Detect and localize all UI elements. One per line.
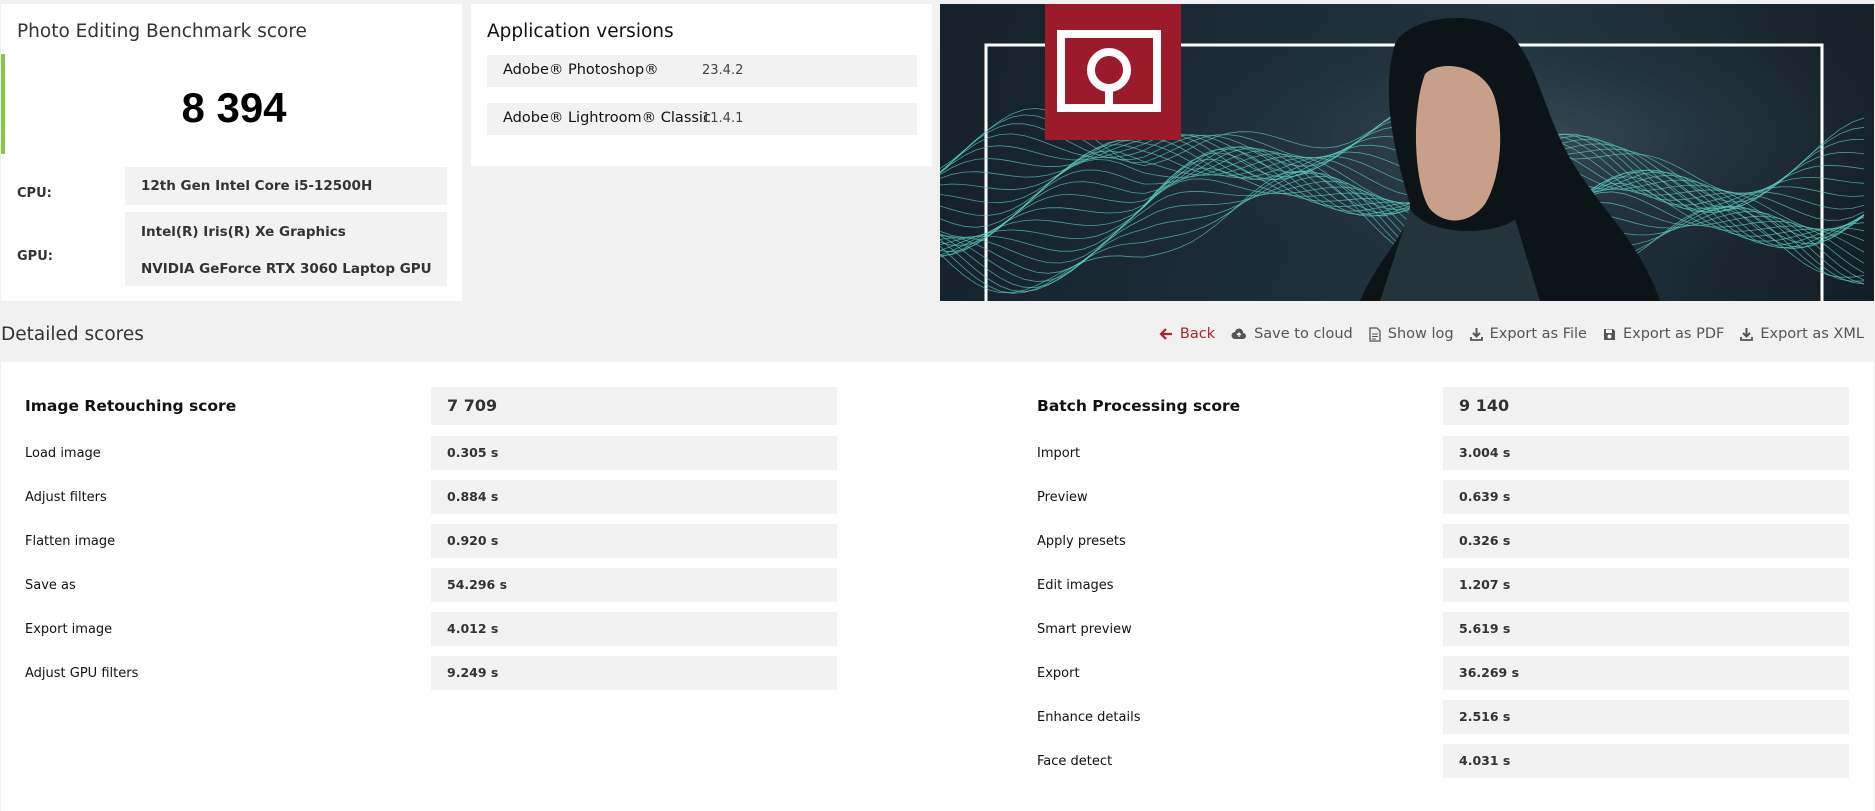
metric-value: 0.884 s	[447, 489, 499, 504]
metric-label: Apply presets	[1037, 534, 1126, 549]
gpu-label: GPU:	[17, 249, 53, 264]
cloud-upload-icon	[1231, 328, 1247, 339]
download-icon	[1469, 328, 1483, 341]
app-version: 11.4.1	[702, 111, 744, 126]
metric-value: 0.920 s	[447, 533, 499, 548]
benchmark-score-panel: Photo Editing Benchmark score 8 394 CPU:…	[1, 4, 462, 301]
metric-value-box: 0.920 s	[431, 524, 837, 558]
app-version-row: Adobe® Photoshop® 23.4.2	[487, 55, 917, 87]
metric-label: Enhance details	[1037, 710, 1141, 725]
back-button-label: Back	[1179, 326, 1216, 342]
metric-value-box: 0.305 s	[431, 436, 837, 470]
arrow-left-icon	[1159, 328, 1172, 340]
back-button[interactable]: Back	[1159, 326, 1215, 342]
metric-value-box: 0.326 s	[1443, 524, 1849, 558]
batch-processing-score-label: Batch Processing score	[1037, 397, 1241, 415]
metric-label: Preview	[1037, 490, 1088, 505]
metric-value-box: 3.004 s	[1443, 436, 1849, 470]
export-as-file-label: Export as File	[1489, 326, 1587, 342]
app-version-row: Adobe® Lightroom® Classic 11.4.1	[487, 103, 917, 135]
metric-label: Import	[1037, 446, 1081, 461]
gpu-value-box: Intel(R) Iris(R) Xe Graphics NVIDIA GeFo…	[125, 212, 447, 286]
metric-value-box: 54.296 s	[431, 568, 837, 602]
application-versions-panel: Application versions Adobe® Photoshop® 2…	[471, 4, 932, 166]
image-retouching-score-label: Image Retouching score	[25, 397, 237, 415]
metric-label: Flatten image	[25, 534, 116, 549]
show-log-label: Show log	[1387, 326, 1454, 342]
metric-value: 54.296 s	[447, 577, 508, 592]
metric-label: Export image	[25, 622, 113, 637]
batch-processing-score-box: 9 140	[1443, 387, 1849, 425]
metric-value-box: 0.639 s	[1443, 480, 1849, 514]
metric-value-box: 4.031 s	[1443, 744, 1849, 778]
metric-value-box: 9.249 s	[431, 656, 837, 690]
app-name: Adobe® Photoshop®	[503, 62, 659, 78]
metric-label: Load image	[25, 446, 101, 461]
app-version: 23.4.2	[702, 63, 744, 78]
metric-value: 36.269 s	[1459, 665, 1520, 680]
metric-value: 3.004 s	[1459, 445, 1511, 460]
metric-label: Smart preview	[1037, 622, 1132, 637]
metric-value-box: 0.884 s	[431, 480, 837, 514]
export-as-xml-button[interactable]: Export as XML	[1740, 326, 1864, 342]
save-to-cloud-label: Save to cloud	[1254, 326, 1353, 342]
overall-score: 8 394	[181, 84, 287, 131]
metric-label: Export	[1037, 666, 1080, 681]
image-retouching-score-box: 7 709	[431, 387, 837, 425]
metric-value: 1.207 s	[1459, 577, 1511, 592]
download-icon	[1740, 328, 1754, 341]
metric-label: Save as	[25, 578, 76, 593]
detailed-scores-panel: Image Retouching score 7 709 Load image 0…	[1, 362, 1874, 811]
metric-value-box: 1.207 s	[1443, 568, 1849, 602]
metric-value: 2.516 s	[1459, 709, 1511, 724]
metric-value: 4.031 s	[1459, 753, 1511, 768]
gpu-value-1: Intel(R) Iris(R) Xe Graphics	[141, 224, 346, 240]
metric-label: Face detect	[1037, 754, 1113, 769]
metric-value: 9.249 s	[447, 665, 499, 680]
cpu-value: 12th Gen Intel Core i5-12500H	[141, 178, 373, 194]
application-versions-title: Application versions	[487, 21, 674, 42]
metric-value: 0.639 s	[1459, 489, 1511, 504]
metric-value-box: 36.269 s	[1443, 656, 1849, 690]
metric-value: 5.619 s	[1459, 621, 1511, 636]
detailed-scores-title: Detailed scores	[1, 324, 144, 345]
save-to-cloud-button[interactable]: Save to cloud	[1231, 326, 1353, 342]
batch-processing-score-value: 9 140	[1459, 396, 1510, 415]
metric-value: 0.305 s	[447, 445, 499, 460]
metric-label: Adjust GPU filters	[25, 666, 139, 681]
metric-label: Adjust filters	[25, 490, 107, 505]
floppy-disk-icon	[1603, 328, 1615, 340]
metric-value-box: 5.619 s	[1443, 612, 1849, 646]
export-as-xml-label: Export as XML	[1760, 326, 1864, 342]
metric-value: 0.326 s	[1459, 533, 1511, 548]
export-as-file-button[interactable]: Export as File	[1469, 326, 1587, 342]
metric-value-box: 2.516 s	[1443, 700, 1849, 734]
banner-illustration	[940, 4, 1874, 301]
document-icon	[1369, 326, 1381, 342]
image-retouching-score-value: 7 709	[447, 396, 498, 415]
app-name: Adobe® Lightroom® Classic	[503, 110, 711, 126]
benchmark-banner-image	[940, 4, 1874, 301]
cpu-label: CPU:	[17, 186, 52, 201]
action-toolbar: Back Save to cloud Show log Export as Fi…	[1143, 326, 1864, 342]
show-log-button[interactable]: Show log	[1369, 326, 1454, 342]
export-as-pdf-button[interactable]: Export as PDF	[1603, 326, 1724, 342]
export-as-pdf-label: Export as PDF	[1622, 326, 1725, 342]
metric-label: Edit images	[1037, 578, 1114, 593]
app-logo	[1045, 4, 1181, 140]
benchmark-score-title: Photo Editing Benchmark score	[17, 21, 307, 42]
gpu-value-2: NVIDIA GeForce RTX 3060 Laptop GPU	[141, 261, 432, 277]
metric-value-box: 4.012 s	[431, 612, 837, 646]
cpu-value-box: 12th Gen Intel Core i5-12500H	[125, 167, 447, 205]
metric-value: 4.012 s	[447, 621, 499, 636]
